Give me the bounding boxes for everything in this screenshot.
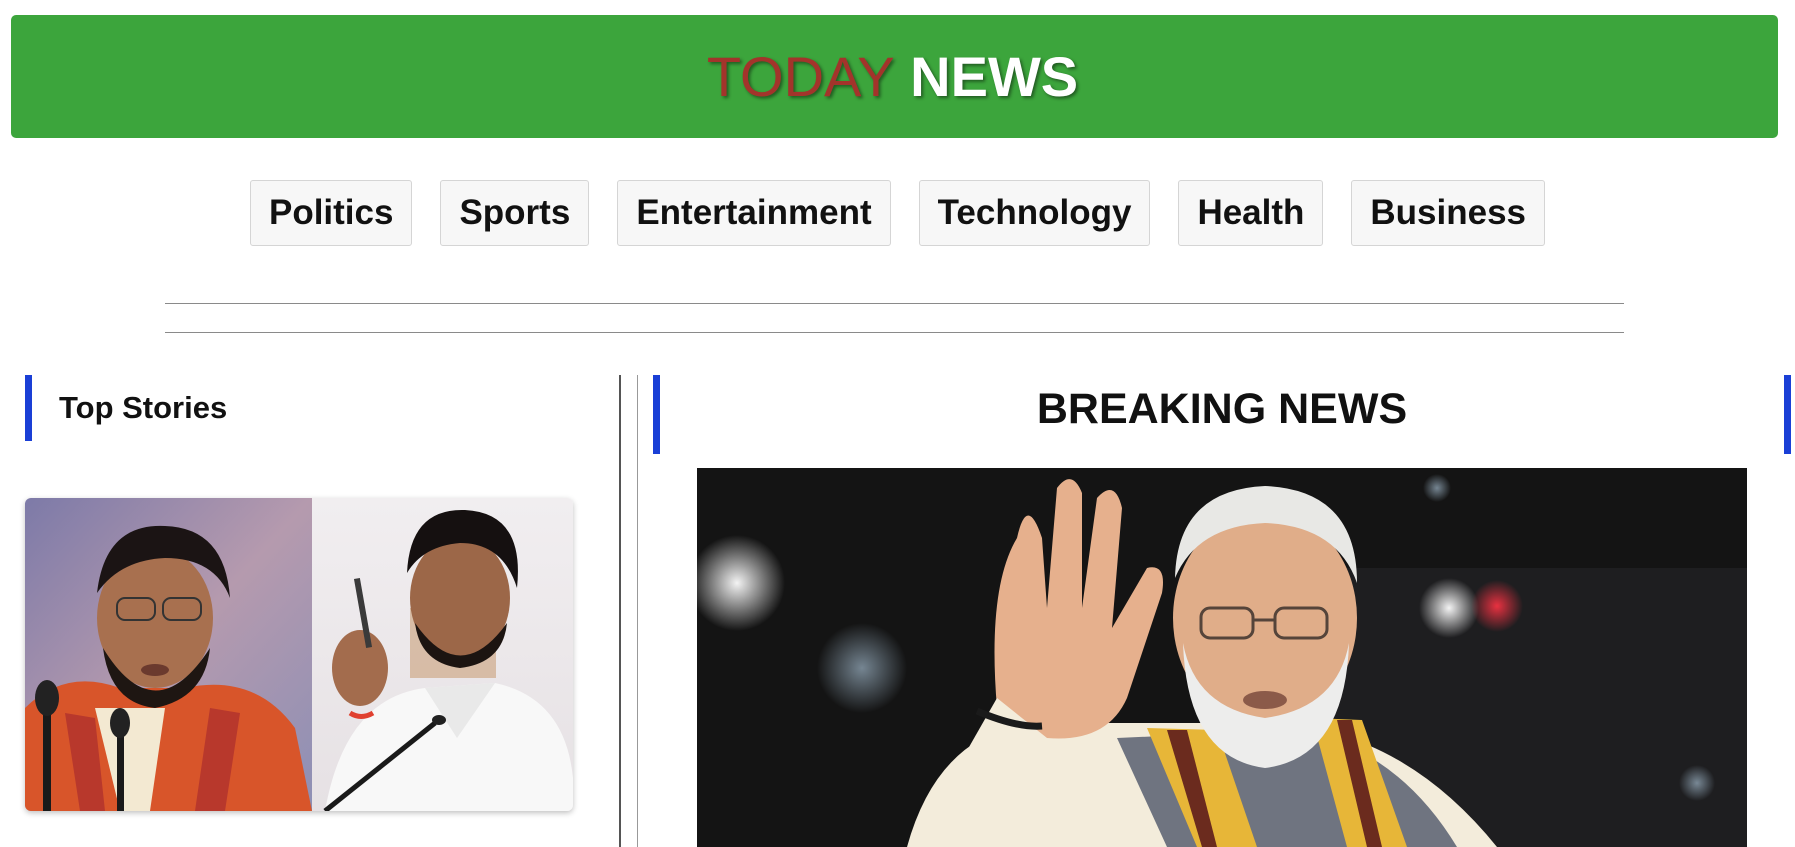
nav-health[interactable]: Health <box>1178 180 1324 246</box>
nav-sports[interactable]: Sports <box>440 180 590 246</box>
logo-news: NEWS <box>910 45 1079 108</box>
category-nav: Politics Sports Entertainment Technology… <box>0 180 1795 246</box>
nav-business[interactable]: Business <box>1351 180 1546 246</box>
nav-entertainment[interactable]: Entertainment <box>617 180 891 246</box>
logo-today: TODAY <box>706 45 895 108</box>
top-story-image[interactable] <box>25 498 573 811</box>
site-logo[interactable]: TODAY NEWS <box>707 44 1078 109</box>
breaking-news-section: BREAKING NEWS <box>653 375 1795 847</box>
site-header: TODAY NEWS <box>11 15 1778 138</box>
breaking-news-image[interactable] <box>697 468 1747 847</box>
nav-technology[interactable]: Technology <box>918 180 1151 246</box>
column-divider-1 <box>619 375 621 847</box>
top-stories-section: Top Stories <box>25 375 615 847</box>
breaking-news-heading: BREAKING NEWS <box>1036 385 1408 433</box>
nav-politics[interactable]: Politics <box>249 180 413 246</box>
divider-bottom <box>165 332 1624 333</box>
divider-top <box>165 303 1624 304</box>
column-divider-2 <box>637 375 638 847</box>
top-story-photo <box>25 498 573 811</box>
top-stories-heading: Top Stories <box>25 375 227 441</box>
breaking-news-photo <box>697 468 1747 847</box>
